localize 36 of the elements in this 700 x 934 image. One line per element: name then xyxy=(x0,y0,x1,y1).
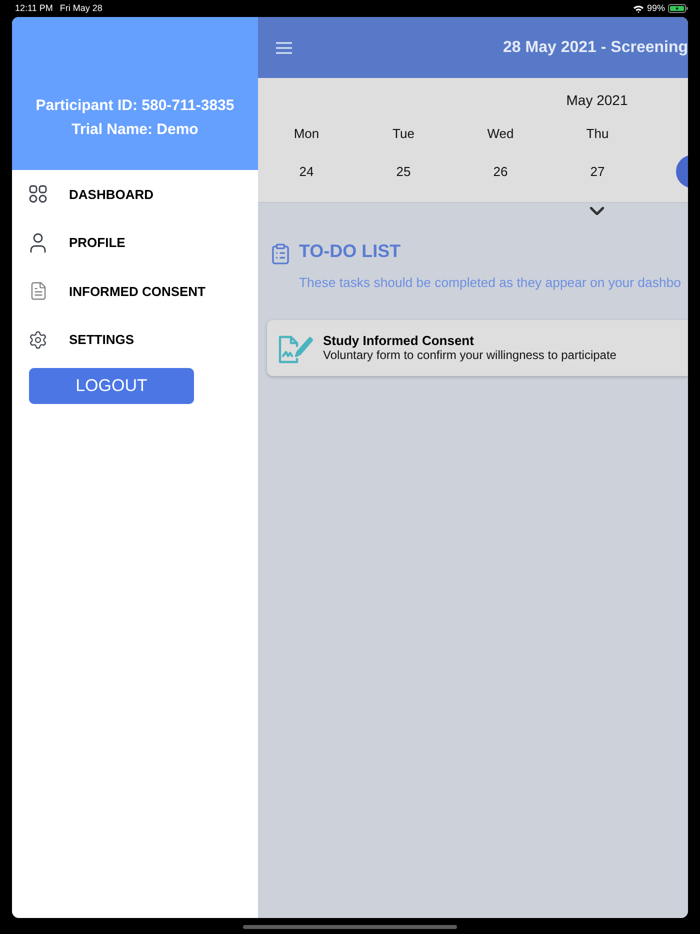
person-icon xyxy=(29,232,47,253)
todo-subtitle: These tasks should be completed as they appear on your dashbo xyxy=(299,275,681,291)
clipboard-icon xyxy=(272,243,289,265)
nav-item[interactable]: PROFILE xyxy=(12,218,258,267)
chevron-down-icon[interactable] xyxy=(590,207,604,215)
task-card[interactable]: Study Informed Consent Voluntary form to confirm your willingness to participate xyxy=(267,320,688,376)
date-cell[interactable]: 24 xyxy=(290,155,323,188)
status-time: 12:11 PM xyxy=(15,3,53,14)
document-icon xyxy=(30,282,46,300)
date-cell[interactable]: 27 xyxy=(581,155,614,188)
nav-item[interactable]: SETTINGS xyxy=(12,316,258,364)
trial-name: Trial Name: Demo xyxy=(72,120,198,140)
weekday-label: Tue xyxy=(392,125,414,143)
battery-icon xyxy=(668,4,688,13)
status-date: Fri May 28 xyxy=(60,3,102,14)
month-label: May 2021 xyxy=(566,91,628,109)
weekday-label: Wed xyxy=(487,125,514,143)
participant-id: Participant ID: 580-711-3835 xyxy=(36,96,234,116)
wifi-icon xyxy=(632,4,644,12)
grid-icon xyxy=(29,185,47,204)
date-cell[interactable]: 25 xyxy=(387,155,420,188)
header-title: 28 May 2021 - Screening xyxy=(503,38,688,58)
settings-icon xyxy=(29,330,47,349)
battery-percentage: 99% xyxy=(646,3,665,14)
selected-date-icon[interactable] xyxy=(676,155,688,188)
menu-icon xyxy=(276,42,292,54)
menu-button[interactable] xyxy=(276,42,292,54)
nav-item[interactable]: INFORMED CONSENT xyxy=(12,267,258,316)
task-title: Study Informed Consent xyxy=(323,333,474,348)
task-description: Voluntary form to confirm your willingness to participate xyxy=(323,348,616,363)
weekday-label: Thu xyxy=(586,125,609,143)
nav-item[interactable]: DASHBOARD xyxy=(12,170,258,218)
date-cell[interactable]: 26 xyxy=(484,155,517,188)
weekday-label: Mon xyxy=(294,125,320,143)
todo-title: TO-DO LIST xyxy=(299,241,401,261)
logout-button[interactable]: LOGOUT xyxy=(29,368,194,404)
